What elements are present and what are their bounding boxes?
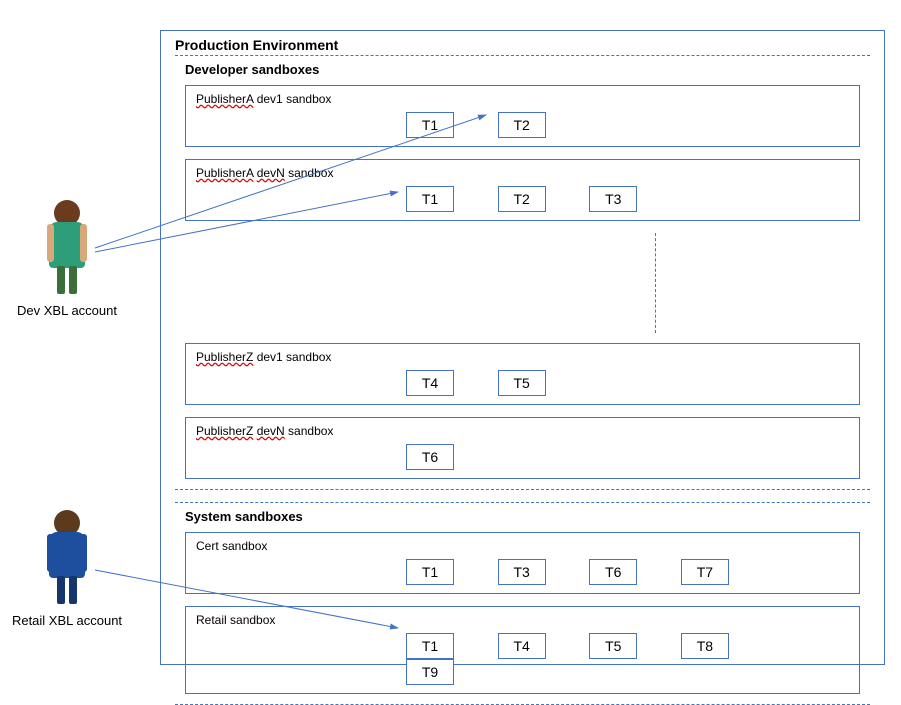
publisher-a-devn-sandbox: PublisherA devN sandbox T1 T2 T3 <box>185 159 860 221</box>
title-box-t4: T4 <box>498 633 546 659</box>
title-box-t1: T1 <box>406 633 454 659</box>
production-title: Production Environment <box>175 37 870 53</box>
title-box-t8: T8 <box>681 633 729 659</box>
publisher-z-devn-sandbox: PublisherZ devN sandbox T6 <box>185 417 860 479</box>
dev-avatar-label: Dev XBL account <box>2 303 132 318</box>
publisher-z-dev1-sandbox: PublisherZ dev1 sandbox T4 T5 <box>185 343 860 405</box>
title-box-t4: T4 <box>406 370 454 396</box>
retail-avatar-block: Retail XBL account <box>2 510 132 628</box>
dev-avatar-icon <box>49 200 85 294</box>
title-box-t2: T2 <box>498 186 546 212</box>
title-box-t1: T1 <box>406 559 454 585</box>
sandbox-label: PublisherA devN sandbox <box>196 166 849 180</box>
publisher-a-dev1-sandbox: PublisherA dev1 sandbox T1 T2 <box>185 85 860 147</box>
retail-sandbox: Retail sandbox T1 T4 T5 T8 T9 <box>185 606 860 694</box>
title-box-t1: T1 <box>406 112 454 138</box>
title-box-t2: T2 <box>498 112 546 138</box>
retail-avatar-label: Retail XBL account <box>2 613 132 628</box>
system-section-title: System sandboxes <box>185 509 860 524</box>
title-box-t3: T3 <box>498 559 546 585</box>
title-box-t5: T5 <box>589 633 637 659</box>
title-box-t9: T9 <box>406 659 454 685</box>
title-box-t6: T6 <box>589 559 637 585</box>
sandbox-label: Cert sandbox <box>196 539 849 553</box>
title-box-t7: T7 <box>681 559 729 585</box>
title-box-t6: T6 <box>406 444 454 470</box>
title-box-t1: T1 <box>406 186 454 212</box>
vertical-ellipsis-line <box>655 233 656 333</box>
sandbox-label: PublisherA dev1 sandbox <box>196 92 849 106</box>
sandbox-label: Retail sandbox <box>196 613 849 627</box>
sandbox-label: PublisherZ dev1 sandbox <box>196 350 849 364</box>
developer-sandboxes-section: Developer sandboxes PublisherA dev1 sand… <box>175 55 870 490</box>
production-environment-box: Production Environment Developer sandbox… <box>160 30 885 665</box>
retail-avatar-icon <box>49 510 85 604</box>
sandbox-label: PublisherZ devN sandbox <box>196 424 849 438</box>
title-box-t3: T3 <box>589 186 637 212</box>
cert-sandbox: Cert sandbox T1 T3 T6 T7 <box>185 532 860 594</box>
title-box-t5: T5 <box>498 370 546 396</box>
developer-section-title: Developer sandboxes <box>185 62 860 77</box>
ellipsis-gap <box>185 233 860 343</box>
dev-avatar-block: Dev XBL account <box>2 200 132 318</box>
